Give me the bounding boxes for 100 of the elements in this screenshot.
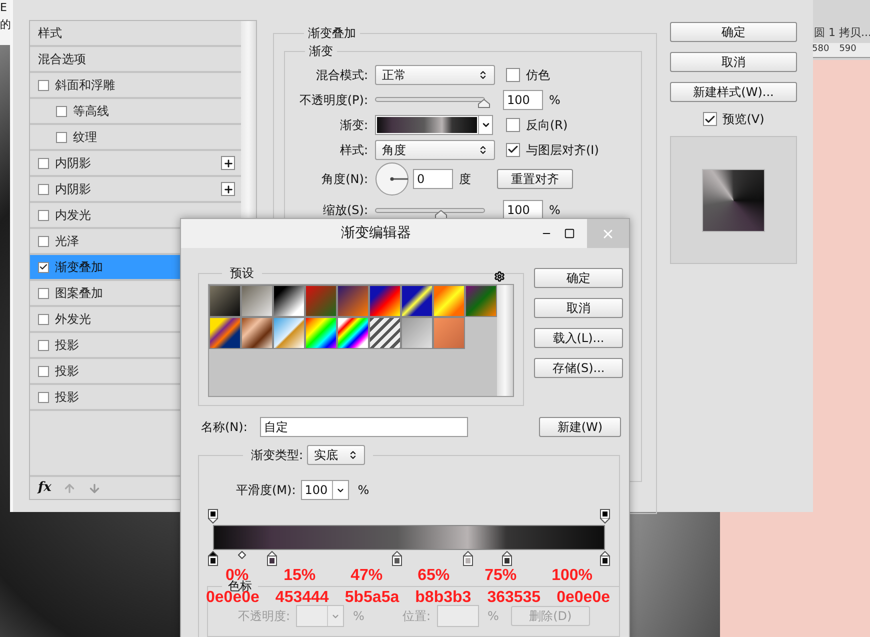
checkbox[interactable]: [506, 68, 520, 82]
style-list-item[interactable]: 内阴影: [30, 151, 241, 177]
updown-icon: [348, 450, 358, 460]
section-title: 渐变叠加: [307, 25, 357, 42]
color-stop[interactable]: [502, 551, 512, 566]
field-label: 缩放(S):: [322, 202, 369, 219]
preset-swatch[interactable]: [273, 285, 305, 318]
preset-swatch[interactable]: [433, 285, 465, 318]
checkbox[interactable]: [38, 366, 49, 376]
annotation-text: 65%: [418, 568, 450, 584]
checkbox[interactable]: [38, 340, 49, 350]
checkbox[interactable]: [38, 262, 49, 272]
add-icon[interactable]: [221, 156, 235, 170]
checkbox[interactable]: [38, 288, 49, 298]
unit-label: %: [488, 608, 499, 626]
style-label: 图案叠加: [55, 285, 103, 302]
preset-swatch[interactable]: [273, 317, 305, 350]
opacity-field[interactable]: 100: [503, 90, 543, 110]
checkbox[interactable]: [506, 118, 520, 132]
preset-swatch[interactable]: [369, 285, 401, 318]
type-label: 渐变类型:: [251, 447, 304, 464]
style-label: 光泽: [55, 233, 79, 250]
field-label: 样式:: [338, 142, 369, 158]
stop-opacity-field[interactable]: [296, 605, 344, 628]
gradient-bar[interactable]: [213, 525, 605, 550]
style-label: 等高线: [73, 103, 109, 120]
style-list-item[interactable]: 内阴影: [30, 177, 241, 203]
annotation-text: 0e0e0e: [556, 590, 610, 606]
angle-dial[interactable]: [375, 162, 409, 196]
preset-swatch[interactable]: [241, 317, 273, 350]
preset-swatch[interactable]: [337, 285, 369, 318]
maximize-icon[interactable]: [564, 228, 575, 240]
gradient-type-select[interactable]: 实底: [307, 445, 366, 466]
color-stop[interactable]: [208, 551, 218, 566]
style-label: 渐变叠加: [55, 259, 103, 276]
checkbox[interactable]: [56, 106, 67, 116]
editor-button[interactable]: 确定: [534, 268, 623, 288]
style-list-item[interactable]: 等高线: [30, 99, 241, 125]
stop-location-field[interactable]: [436, 605, 478, 628]
checkbox[interactable]: [702, 112, 717, 126]
style-label: 内阴影: [55, 155, 91, 172]
checkbox[interactable]: [38, 184, 49, 194]
slider-thumb[interactable]: [478, 99, 490, 108]
editor-button[interactable]: 载入(L)...: [534, 328, 623, 348]
dialog-button[interactable]: 新建样式(W)...: [670, 82, 797, 102]
preset-swatch[interactable]: [241, 285, 273, 318]
scale-field[interactable]: 100: [503, 200, 543, 220]
background-text: 的: [0, 16, 12, 32]
preset-swatch[interactable]: [369, 317, 401, 350]
checkbox[interactable]: [38, 392, 49, 402]
checkbox[interactable]: [38, 80, 49, 90]
angle-field[interactable]: 0: [413, 169, 453, 189]
color-stop[interactable]: [600, 551, 610, 566]
gradient-preview: [702, 168, 765, 232]
gradient-picker[interactable]: [375, 114, 493, 134]
editor-button[interactable]: 存储(S)...: [534, 358, 623, 378]
checkbox[interactable]: [38, 314, 49, 324]
reset-alignment-button[interactable]: 重置对齐: [497, 169, 573, 189]
fx-menu[interactable]: fx: [38, 478, 52, 498]
document-tab[interactable]: 圆 1 拷贝...: [814, 25, 870, 43]
color-stop[interactable]: [266, 551, 277, 566]
unit-label: %: [353, 608, 364, 626]
style-select[interactable]: 角度: [375, 140, 495, 160]
style-label: 投影: [55, 363, 79, 380]
preset-swatch[interactable]: [401, 285, 433, 318]
dialog-button[interactable]: 取消: [670, 52, 797, 72]
checkbox[interactable]: [506, 142, 520, 156]
checkbox[interactable]: [38, 236, 49, 246]
preset-swatch[interactable]: [305, 317, 337, 350]
checkbox[interactable]: [38, 158, 49, 168]
field-label: 渐变:: [338, 116, 369, 134]
style-label: 内发光: [55, 207, 91, 224]
name-field[interactable]: 自定: [260, 417, 468, 438]
new-button[interactable]: 新建(W): [539, 417, 621, 438]
smoothness-field[interactable]: 100: [300, 480, 349, 500]
style-list-item[interactable]: 斜面和浮雕: [30, 73, 241, 99]
checkbox[interactable]: [38, 210, 49, 220]
opacity-stop[interactable]: [208, 509, 218, 524]
color-stop[interactable]: [392, 551, 402, 566]
color-stop[interactable]: [462, 551, 473, 566]
preset-swatch[interactable]: [209, 285, 241, 318]
preset-swatch[interactable]: [433, 317, 465, 350]
settings-icon[interactable]: [494, 271, 505, 282]
preset-swatch[interactable]: [209, 317, 241, 350]
background-text: E: [0, 0, 8, 16]
annotation-text: b8b3b3: [415, 590, 472, 606]
dialog-button[interactable]: 确定: [670, 22, 797, 42]
style-list-item[interactable]: 纹理: [30, 125, 241, 151]
blend-mode-select[interactable]: 正常: [375, 64, 495, 84]
add-icon[interactable]: [221, 182, 235, 196]
annotation-text: 0e0e0e: [206, 590, 260, 606]
preset-swatch[interactable]: [401, 317, 433, 350]
opacity-stop[interactable]: [600, 509, 610, 524]
preset-swatch[interactable]: [337, 317, 369, 350]
editor-button[interactable]: 取消: [534, 298, 623, 318]
preset-swatch[interactable]: [465, 285, 497, 318]
style-label: 样式: [38, 25, 62, 42]
checkbox[interactable]: [56, 132, 67, 142]
preset-swatch[interactable]: [305, 285, 337, 318]
name-label: 名称(N):: [201, 419, 248, 436]
